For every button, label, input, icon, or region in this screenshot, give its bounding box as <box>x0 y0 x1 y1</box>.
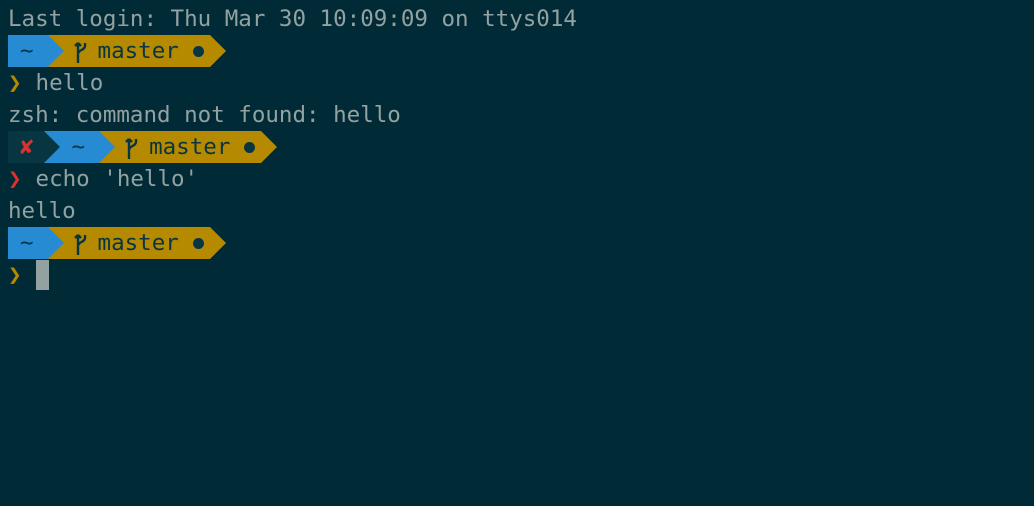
terminal-window[interactable]: Last login: Thu Mar 30 10:09:09 on ttys0… <box>0 0 1034 506</box>
prompt-segment-bar: ~ master <box>8 227 1034 259</box>
command-line: ❯ echo 'hello' <box>8 163 1034 195</box>
command-output: hello <box>8 198 76 224</box>
segment-separator <box>43 131 60 163</box>
segment-separator <box>261 131 278 163</box>
prompt-segment-bar: ~ master <box>8 35 1034 67</box>
segment-separator <box>99 131 116 163</box>
prompt-segment-bar: ✘ ~ master <box>8 131 1034 163</box>
directory-segment: ~ <box>8 35 48 67</box>
command-output: zsh: command not found: hello <box>8 102 401 128</box>
segment-separator <box>209 35 226 67</box>
segment-separator <box>209 227 226 259</box>
segment-separator <box>47 35 64 67</box>
directory-segment: ~ <box>8 227 48 259</box>
dirty-dot-icon <box>192 45 204 57</box>
command-text: hello <box>35 70 104 96</box>
directory-label: ~ <box>20 230 34 256</box>
git-segment: master <box>115 131 262 163</box>
prompt-caret: ❯ <box>8 70 22 96</box>
branch-name: master <box>97 38 179 64</box>
command-line: ❯ hello <box>8 67 1034 99</box>
error-x-icon: ✘ <box>20 134 34 160</box>
active-command-line[interactable]: ❯ <box>8 259 1034 291</box>
command-text: echo 'hello' <box>35 166 199 192</box>
prompt-caret: ❯ <box>8 262 22 288</box>
branch-name: master <box>149 134 231 160</box>
git-branch-icon <box>73 42 86 63</box>
git-branch-icon <box>125 138 138 159</box>
git-segment: master <box>63 35 210 67</box>
directory-segment: ~ <box>59 131 100 163</box>
status-segment: ✘ <box>8 131 44 163</box>
segment-separator <box>47 227 64 259</box>
git-segment: master <box>63 227 210 259</box>
directory-label: ~ <box>71 134 86 160</box>
prompt-caret: ❯ <box>8 166 22 192</box>
branch-name: master <box>97 230 179 256</box>
dirty-dot-icon <box>192 237 204 249</box>
directory-label: ~ <box>20 38 34 64</box>
login-line: Last login: Thu Mar 30 10:09:09 on ttys0… <box>8 6 577 32</box>
text-cursor[interactable] <box>35 260 49 290</box>
dirty-dot-icon <box>244 141 256 153</box>
git-branch-icon <box>73 234 86 255</box>
